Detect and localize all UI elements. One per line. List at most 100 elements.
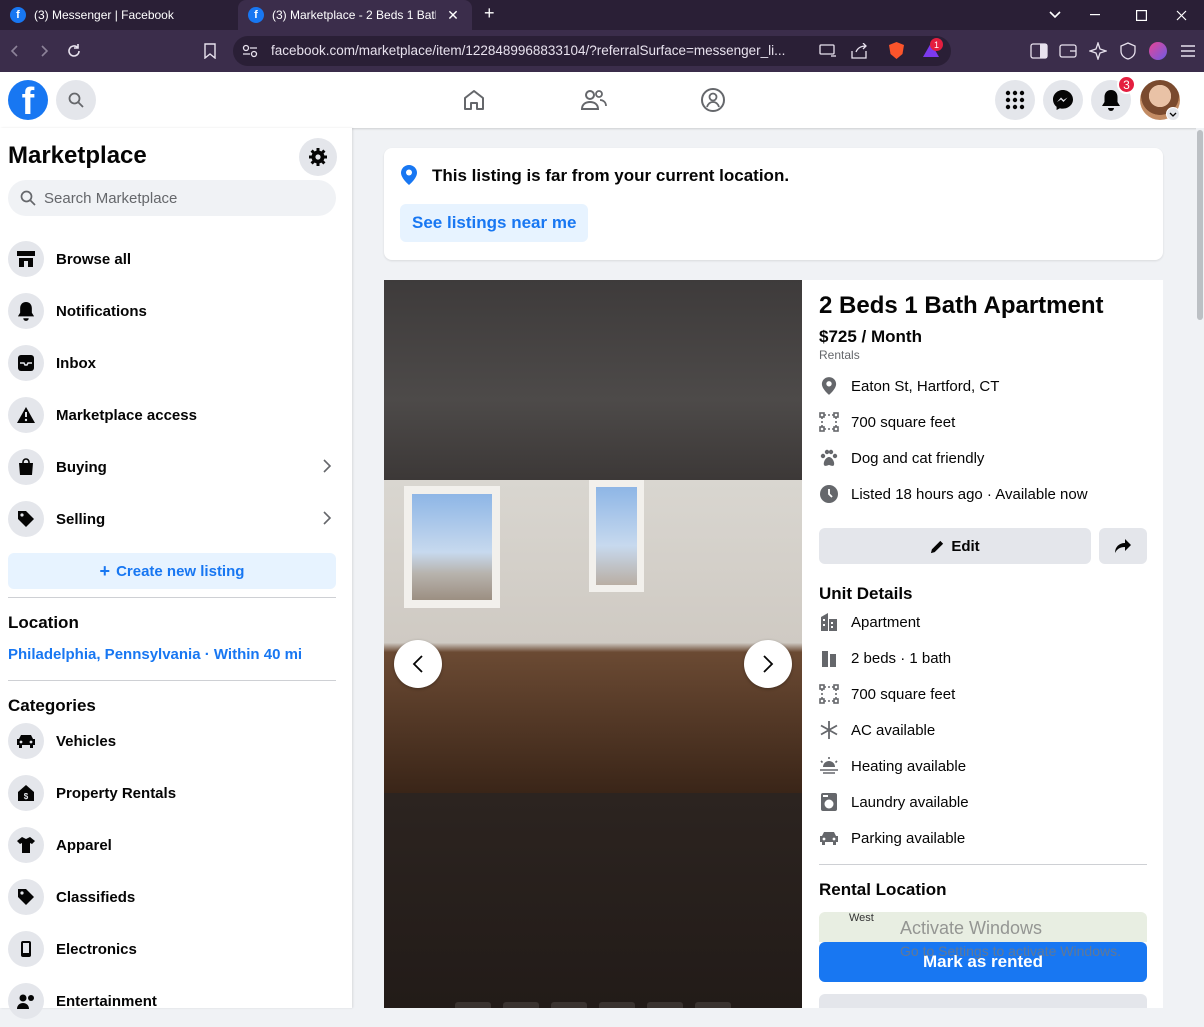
search-icon <box>68 92 84 108</box>
divider <box>8 597 336 598</box>
bell-icon <box>1102 90 1120 111</box>
see-listings-near-me-button[interactable]: See listings near me <box>400 204 589 242</box>
category-electronics[interactable]: Electronics <box>8 923 336 975</box>
divider <box>819 864 1147 865</box>
forward-icon[interactable] <box>33 40 55 62</box>
location-heading: Location <box>8 613 79 632</box>
account-chevron-icon[interactable] <box>1166 107 1180 121</box>
menu-icon[interactable] <box>1177 40 1199 62</box>
category-apparel[interactable]: Apparel <box>8 819 336 871</box>
chevron-right-icon <box>323 459 332 473</box>
category-classifieds[interactable]: Classifieds <box>8 871 336 923</box>
create-new-listing-button[interactable]: + Create new listing <box>8 553 336 589</box>
sidebar-item-browse-all[interactable]: Browse all <box>8 233 336 285</box>
inbox-icon <box>8 345 44 381</box>
tab-bar: f (3) Messenger | Facebook f (3) Marketp… <box>0 0 1204 30</box>
phone-icon <box>8 931 44 967</box>
share-button[interactable] <box>1099 528 1147 564</box>
facebook-logo-icon[interactable]: f <box>8 80 48 120</box>
listing-fact: Listed 18 hours ago · Available now <box>819 482 1088 506</box>
paw-icon <box>819 448 839 468</box>
area-icon <box>819 684 839 704</box>
cast-icon[interactable] <box>819 43 837 59</box>
unit-detail-row: Laundry available <box>819 790 969 814</box>
sidebar-toggle-icon[interactable] <box>1028 40 1050 62</box>
close-window-icon[interactable] <box>1158 0 1204 30</box>
search-icon <box>20 190 36 206</box>
tab-messenger[interactable]: f (3) Messenger | Facebook <box>0 0 236 30</box>
wallet-icon[interactable] <box>1057 40 1079 62</box>
unit-detail-row: AC available <box>819 718 935 742</box>
bell-icon <box>8 293 44 329</box>
photo-window-left <box>404 486 500 608</box>
chevron-right-icon <box>763 655 774 673</box>
listing-category[interactable]: Rentals <box>819 348 860 362</box>
secondary-action-button[interactable] <box>819 994 1147 1008</box>
category-property-rentals[interactable]: $ Property Rentals <box>8 767 336 819</box>
sidebar-item-marketplace-access[interactable]: Marketplace access <box>8 389 336 441</box>
minimize-icon[interactable] <box>1072 0 1118 30</box>
notice-message: This listing is far from your current lo… <box>432 166 790 185</box>
brave-rewards-icon[interactable]: 1 <box>921 38 943 59</box>
edit-button[interactable]: Edit <box>819 528 1091 564</box>
reload-icon[interactable] <box>63 40 85 62</box>
menu-grid-button[interactable] <box>995 80 1035 120</box>
site-settings-icon[interactable] <box>242 44 258 58</box>
home-icon[interactable] <box>459 85 489 115</box>
windows-activation-hint: Go to Settings to activate Windows. <box>900 943 1121 959</box>
warning-icon <box>8 397 44 433</box>
photo-window-right <box>589 480 644 592</box>
location-notice: This listing is far from your current lo… <box>384 148 1163 260</box>
groups-icon[interactable] <box>698 85 728 115</box>
close-tab-icon[interactable]: ✕ <box>444 7 462 24</box>
listing-details-panel: 2 Beds 1 Bath Apartment $725 / Month Ren… <box>802 280 1163 1008</box>
share-page-icon[interactable] <box>851 43 869 59</box>
building-icon <box>819 612 839 632</box>
location-link[interactable]: Philadelphia, Pennsylvania · Within 40 m… <box>8 646 302 663</box>
new-tab-icon[interactable]: + <box>484 3 495 24</box>
category-vehicles[interactable]: Vehicles <box>8 715 336 767</box>
divider <box>8 680 336 681</box>
price-tag-icon <box>8 501 44 537</box>
profile-extension-icon[interactable] <box>1147 40 1169 62</box>
heat-icon <box>819 756 839 776</box>
car-icon <box>819 828 839 848</box>
map-label: West <box>849 912 874 924</box>
sidebar-item-selling[interactable]: Selling <box>8 493 336 545</box>
listing-photo-viewer[interactable] <box>384 280 802 1008</box>
sidebar-item-buying[interactable]: Buying <box>8 441 336 493</box>
previous-photo-button[interactable] <box>394 640 442 688</box>
location-pin-icon <box>400 164 418 186</box>
settings-button[interactable] <box>299 138 337 176</box>
url-text: facebook.com/marketplace/item/1228489968… <box>271 43 786 58</box>
sidebar-title: Marketplace <box>8 142 147 169</box>
svg-text:$: $ <box>24 792 29 801</box>
next-photo-button[interactable] <box>744 640 792 688</box>
leo-ai-icon[interactable] <box>1087 40 1109 62</box>
search-button[interactable] <box>56 80 96 120</box>
bookmark-icon[interactable] <box>199 40 221 62</box>
categories-heading: Categories <box>8 696 96 715</box>
search-input[interactable]: Search Marketplace <box>8 180 336 216</box>
messenger-icon <box>1053 90 1073 110</box>
photo-thumbnails <box>455 1002 731 1008</box>
vpn-icon[interactable] <box>1117 40 1139 62</box>
clock-icon <box>819 484 839 504</box>
car-icon <box>8 723 44 759</box>
people-icon <box>8 983 44 1019</box>
friends-icon[interactable] <box>579 85 609 115</box>
sidebar-item-inbox[interactable]: Inbox <box>8 337 336 389</box>
listing-fact: Eaton St, Hartford, CT <box>819 374 999 398</box>
address-bar[interactable]: facebook.com/marketplace/item/1228489968… <box>233 36 951 66</box>
unit-detail-row: Apartment <box>819 610 920 634</box>
photo-blur-bottom <box>384 793 802 1008</box>
back-icon[interactable] <box>4 40 26 62</box>
washer-icon <box>819 792 839 812</box>
brave-shields-icon[interactable] <box>888 41 905 60</box>
sidebar-item-notifications[interactable]: Notifications <box>8 285 336 337</box>
messenger-button[interactable] <box>1043 80 1083 120</box>
category-entertainment[interactable]: Entertainment <box>8 975 336 1027</box>
tab-marketplace[interactable]: f (3) Marketplace - 2 Beds 1 Bath ✕ <box>238 0 472 30</box>
scrollbar-thumb[interactable] <box>1197 130 1203 320</box>
storefront-icon <box>8 241 44 277</box>
